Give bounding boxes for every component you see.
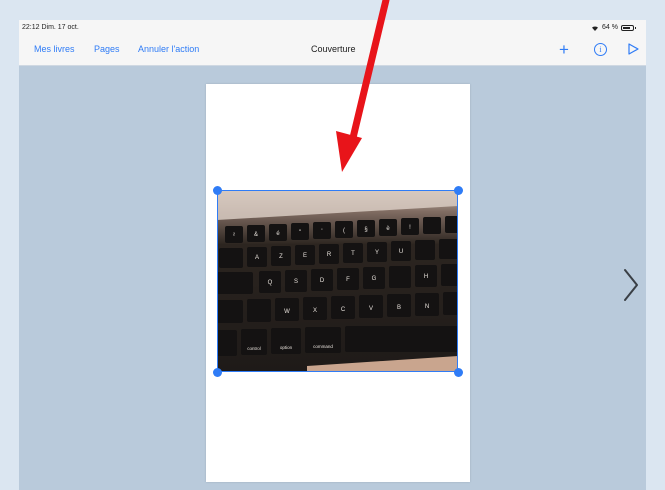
resize-handle-top-right[interactable] (454, 186, 463, 195)
battery-percent: 64 % (602, 24, 618, 31)
pages-link[interactable]: Pages (94, 44, 120, 54)
status-time: 22:12 Dim. 17 oct. (22, 24, 79, 31)
resize-handle-top-left[interactable] (213, 186, 222, 195)
status-right: 64 % (591, 24, 636, 31)
chevron-right-icon[interactable] (623, 268, 639, 302)
resize-handle-bottom-left[interactable] (213, 368, 222, 377)
resize-handle-bottom-right[interactable] (454, 368, 463, 377)
undo-link[interactable]: Annuler l'action (138, 44, 199, 54)
battery-icon (621, 24, 636, 31)
my-books-link[interactable]: Mes livres (34, 44, 75, 54)
wifi-icon (592, 25, 599, 31)
image-selection-frame[interactable] (217, 190, 458, 372)
red-arrow-annotation (336, 0, 390, 172)
plus-icon[interactable]: + (559, 41, 569, 58)
play-icon[interactable] (628, 43, 639, 55)
info-icon[interactable]: i (594, 43, 607, 56)
